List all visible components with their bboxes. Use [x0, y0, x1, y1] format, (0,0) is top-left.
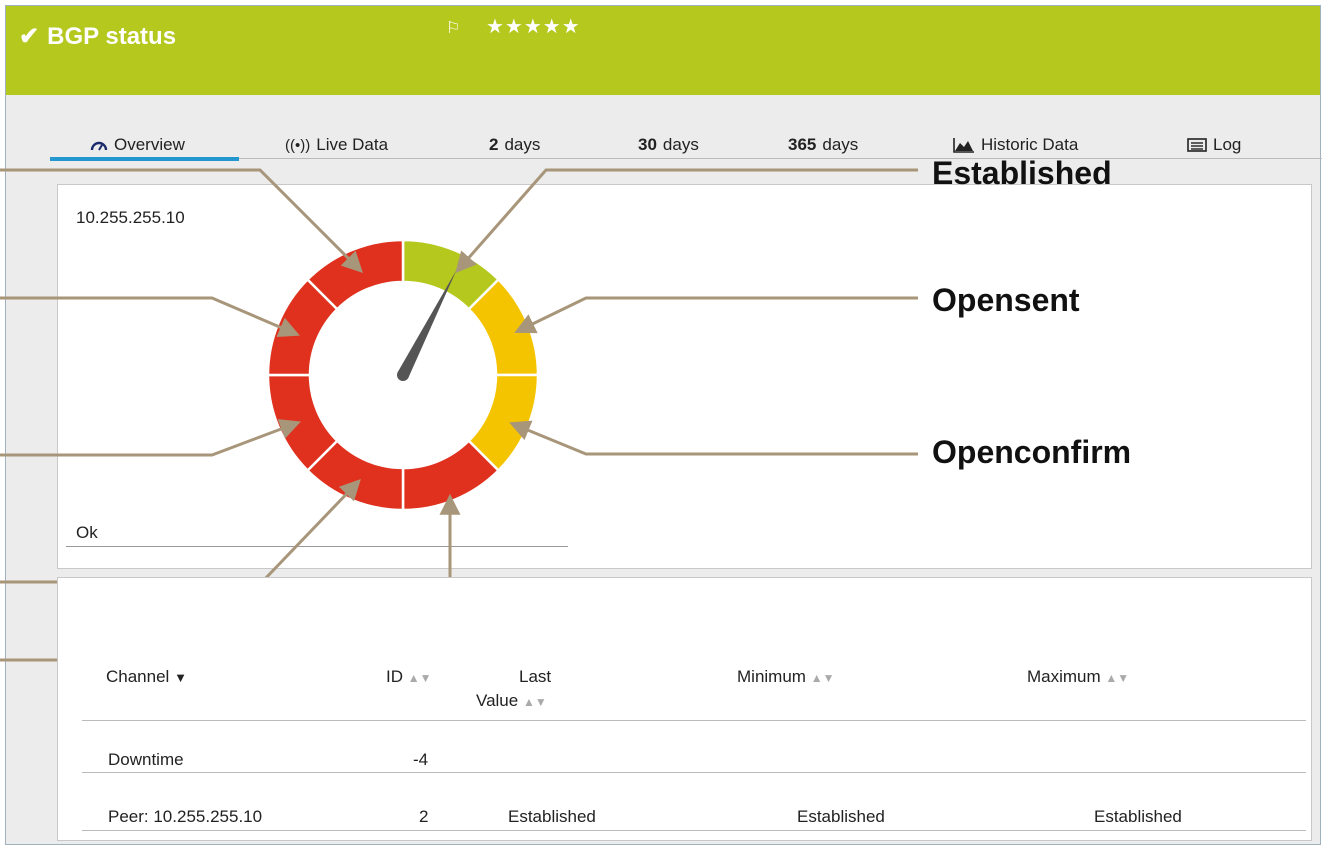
column-last-label-line1: Last [519, 667, 552, 686]
sort-icon: ▲▼ [1105, 671, 1130, 685]
column-id[interactable]: ID ▲▼ [386, 667, 432, 687]
tab-historic-data-label: Historic Data [981, 135, 1079, 154]
tab-30-days-unit: days [662, 135, 699, 154]
column-last-value[interactable]: Last [519, 667, 551, 687]
column-minimum-label: Minimum [737, 667, 806, 686]
page-title: ✔ BGP status [19, 22, 176, 51]
tab-overview[interactable]: Overview [90, 135, 185, 155]
column-id-label: ID [386, 667, 403, 686]
priority-stars[interactable]: ★★★★★ [486, 14, 581, 39]
tab-30-days[interactable]: 30 days [638, 135, 699, 155]
tab-live-data[interactable]: ((•)) Live Data [285, 135, 388, 155]
row-peer-maximum: Established [1094, 807, 1182, 826]
column-last-label-line2: Value [476, 691, 519, 710]
tab-overview-label: Overview [114, 135, 185, 154]
sensor-header: ✔ BGP status ⚐ ★★★★★ [6, 6, 1320, 95]
tab-live-data-label: Live Data [316, 135, 389, 154]
header-divider [82, 720, 1306, 721]
tab-30-days-number: 30 [638, 135, 657, 154]
column-channel-label: Channel [106, 667, 170, 686]
column-maximum[interactable]: Maximum ▲▼ [1027, 667, 1129, 687]
callout-established: Established [932, 155, 1112, 191]
chart-icon [953, 138, 974, 153]
row-downtime-id: -4 [413, 750, 429, 769]
row-peer-channel[interactable]: Peer: 10.255.255.10 [108, 807, 262, 827]
page-title-text: BGP status [47, 22, 177, 50]
gauge-icon [90, 141, 108, 151]
gauge-status-text: Ok [76, 523, 98, 542]
column-channel[interactable]: Channel ▼ [106, 667, 187, 687]
callout-opensent: Opensent [932, 282, 1080, 318]
column-last-value-line2[interactable]: Value ▲▼ [476, 691, 547, 711]
tab-divider [50, 158, 1322, 159]
row-divider [82, 772, 1306, 773]
flag-icon[interactable]: ⚐ [446, 18, 460, 38]
tab-2-days[interactable]: 2 days [489, 135, 540, 155]
gauge-panel [57, 184, 1312, 569]
tab-historic-data[interactable]: Historic Data [953, 135, 1078, 155]
tab-365-days-unit: days [822, 135, 859, 154]
status-underline [66, 546, 568, 547]
column-maximum-label: Maximum [1027, 667, 1101, 686]
tab-365-days-number: 365 [788, 135, 817, 154]
live-icon: ((•)) [285, 136, 311, 154]
row-divider [82, 830, 1306, 831]
row-downtime-channel[interactable]: Downtime [108, 750, 184, 770]
tab-log[interactable]: Log [1187, 135, 1241, 155]
sort-desc-icon: ▼ [174, 670, 187, 685]
check-icon: ✔ [19, 23, 40, 50]
gauge-ip-label: 10.255.255.10 [76, 208, 185, 227]
channel-table-panel [57, 577, 1312, 841]
sort-icon: ▲▼ [407, 671, 432, 685]
row-peer-last-value: Established [508, 807, 596, 826]
active-tab-indicator [50, 157, 239, 161]
tab-365-days[interactable]: 365 days [788, 135, 858, 155]
row-peer-minimum: Established [797, 807, 885, 826]
tab-2-days-unit: days [504, 135, 541, 154]
log-icon [1187, 138, 1207, 152]
sort-icon: ▲▼ [522, 695, 547, 709]
tab-2-days-number: 2 [489, 135, 499, 154]
tab-bar: Overview ((•)) Live Data 2 days 30 days … [6, 130, 1320, 160]
sort-icon: ▲▼ [810, 671, 835, 685]
callout-openconfirm: Openconfirm [932, 434, 1132, 470]
row-peer-id: 2 [419, 807, 429, 826]
column-minimum[interactable]: Minimum ▲▼ [737, 667, 834, 687]
tab-log-label: Log [1213, 135, 1242, 154]
